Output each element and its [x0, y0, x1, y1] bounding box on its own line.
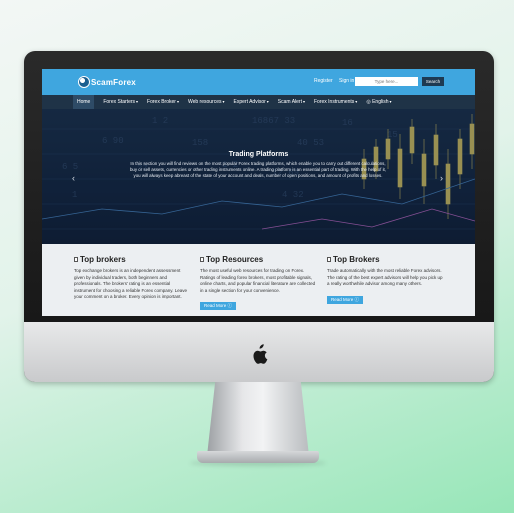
nav-item-label: Forex Instruments: [314, 99, 355, 105]
feature-text: Trade automatically with the most reliab…: [327, 268, 443, 287]
register-link[interactable]: Register: [314, 78, 333, 84]
nav-item-label: Scam Alert: [277, 99, 302, 105]
hero-slider: 1 2 16867 33 16 6 90 158 40 53 15 6 5 37 1 2 12 …: [42, 109, 475, 244]
nav-item-expert-advisor[interactable]: Expert Advisor▾: [234, 95, 269, 109]
header-links: Register Sign in: [314, 78, 359, 84]
caret-down-icon: ▾: [222, 99, 225, 104]
nav-item-web-resources[interactable]: Web resources▾: [188, 95, 225, 109]
main-nav: Home Forex Starters▾ Forex Broker▾ Web r…: [42, 95, 475, 109]
hero-description: In this section you will find reviews on…: [129, 161, 386, 179]
read-more-label: Read More: [331, 296, 354, 302]
read-more-button[interactable]: Read More ⓘ: [200, 302, 237, 311]
document-icon: [327, 256, 331, 262]
feature-top-resources: Top Resources The most useful web resour…: [200, 254, 318, 312]
sign-in-link[interactable]: Sign in: [339, 78, 354, 84]
logo-text: ScamForex: [91, 77, 136, 87]
feature-title-text: Top Brokers: [333, 254, 380, 264]
nav-item-label: Forex Starters: [103, 99, 136, 105]
caret-down-icon: ▾: [389, 99, 392, 104]
slider-next-arrow-icon[interactable]: ›: [440, 173, 443, 183]
logo-mark-icon: [78, 76, 90, 88]
nav-item-language[interactable]: ◎ English▾: [366, 95, 391, 109]
apple-logo-icon: [253, 344, 268, 364]
feature-title-text: Top Resources: [206, 254, 264, 264]
feature-text: Top exchange brokers is an independent a…: [74, 268, 187, 300]
website-screen: ScamForex Register Sign in Search Home F…: [42, 69, 475, 316]
nav-item-label: Web resources: [187, 99, 222, 105]
feature-text: The most useful web resources for tradin…: [200, 268, 316, 293]
site-logo[interactable]: ScamForex: [78, 75, 136, 89]
nav-item-label: Forex Broker: [147, 99, 176, 105]
read-more-label: Read More: [204, 303, 227, 309]
nav-item-home[interactable]: Home: [73, 95, 95, 109]
hero-title: Trading Platforms: [228, 151, 289, 158]
nav-item-forex-broker[interactable]: Forex Broker▾: [147, 95, 179, 109]
features-section: Top brokers Top exchange brokers is an i…: [42, 244, 475, 316]
nav-item-scam-alert[interactable]: Scam Alert▾: [278, 95, 305, 109]
document-icon: [74, 256, 78, 262]
caret-down-icon: ▾: [176, 99, 179, 104]
nav-item-forex-starters[interactable]: Forex Starters▾: [103, 95, 138, 109]
imac-stand-neck: [207, 382, 309, 456]
caret-down-icon: ▾: [355, 99, 358, 104]
site-header: ScamForex Register Sign in Search: [42, 69, 475, 95]
nav-item-label: English: [372, 99, 389, 105]
search-input[interactable]: [355, 77, 418, 86]
feature-title: Top Brokers: [327, 254, 445, 264]
feature-top-brokers: Top brokers Top exchange brokers is an i…: [74, 254, 192, 301]
caret-down-icon: ▾: [266, 99, 269, 104]
imac-stand-foot: [197, 451, 319, 463]
nav-item-label: Expert Advisor: [233, 99, 266, 105]
feature-title: Top Resources: [200, 254, 318, 264]
nav-item-forex-instruments[interactable]: Forex Instruments▾: [314, 95, 357, 109]
feature-title-text: Top brokers: [80, 254, 126, 264]
feature-title: Top brokers: [74, 254, 192, 264]
slider-prev-arrow-icon[interactable]: ‹: [72, 173, 75, 183]
search-button[interactable]: Search: [422, 77, 444, 86]
document-icon: [200, 256, 204, 262]
feature-top-advisors: Top Brokers Trade automatically with the…: [327, 254, 445, 306]
caret-down-icon: ▾: [302, 99, 305, 104]
read-more-button[interactable]: Read More ⓘ: [327, 295, 364, 304]
caret-down-icon: ▾: [136, 99, 139, 104]
